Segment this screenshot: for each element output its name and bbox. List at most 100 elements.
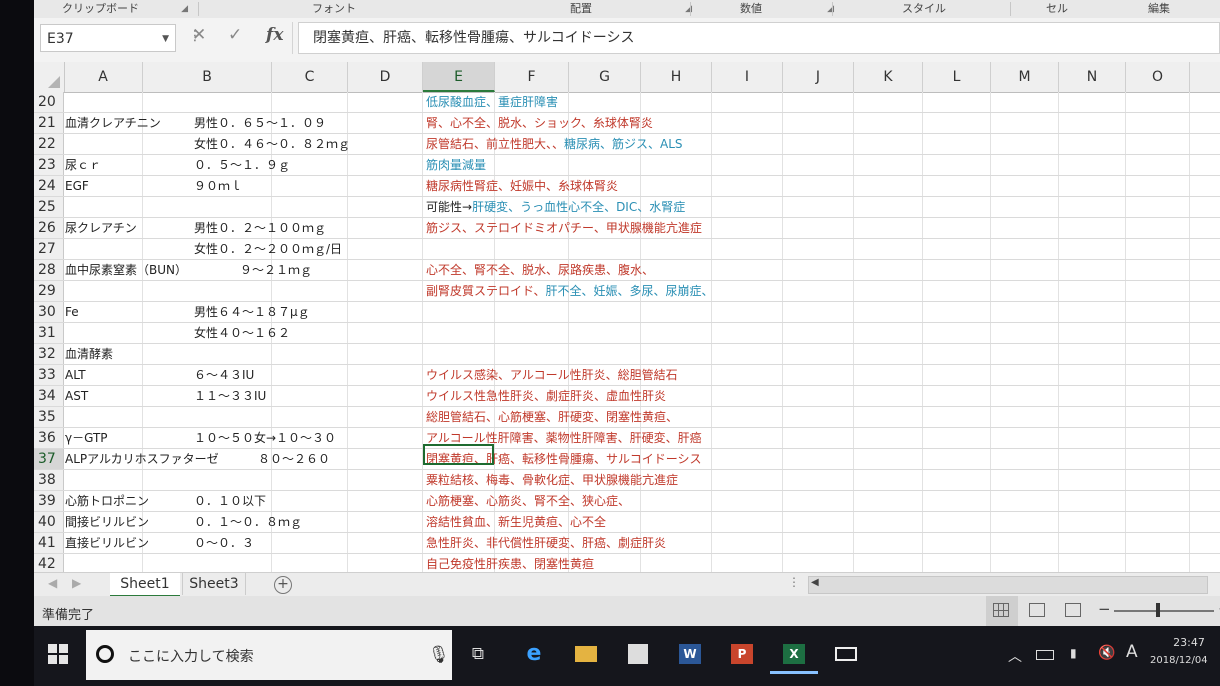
network-icon[interactable]: ▮	[1070, 646, 1077, 660]
battery-icon[interactable]	[1036, 650, 1054, 660]
task-view-icon[interactable]: ⧉	[454, 634, 502, 674]
row-header[interactable]: 24	[34, 176, 64, 196]
taskbar-search-box[interactable]: ここに入力して検索 🎙	[86, 630, 452, 680]
column-header-m[interactable]: M	[991, 62, 1059, 92]
cell-a[interactable]: ALPアルカリホスファターゼ	[65, 449, 219, 469]
row-header[interactable]: 42	[34, 554, 64, 572]
row-header[interactable]: 40	[34, 512, 64, 532]
column-header-j[interactable]: J	[783, 62, 854, 92]
cell-a[interactable]: 血清クレアチニン	[65, 113, 161, 133]
row-header[interactable]: 27	[34, 239, 64, 259]
page-break-view-button[interactable]	[1058, 596, 1090, 626]
row-header[interactable]: 35	[34, 407, 64, 427]
column-header-h[interactable]: H	[641, 62, 712, 92]
cell-b[interactable]: ０．１０以下	[194, 491, 266, 511]
cell-a[interactable]: 血清酵素	[65, 344, 113, 364]
zoom-slider[interactable]	[1114, 610, 1214, 612]
column-header-k[interactable]: K	[854, 62, 923, 92]
scroll-left-icon[interactable]: ◀	[811, 577, 819, 588]
cell-e[interactable]: 粟粒結核、梅毒、骨軟化症、甲状腺機能亢進症	[426, 470, 678, 490]
row-header[interactable]: 20	[34, 92, 64, 112]
clock-date[interactable]: 2018/12/04	[1150, 655, 1208, 666]
sheet-tab-sheet1[interactable]: Sheet1	[110, 573, 180, 597]
cell-a[interactable]: γ－GTP	[65, 428, 108, 448]
cell-b[interactable]: ６～４３IU	[194, 365, 254, 385]
horizontal-scrollbar[interactable]: ◀	[808, 576, 1208, 594]
zoom-out-icon[interactable]: −	[1098, 600, 1111, 618]
cell-e[interactable]: 尿管結石、前立性肥大、、糖尿病、筋ジス、ALS	[426, 134, 683, 154]
cell-b[interactable]: 男性６４～１８７μｇ	[194, 302, 310, 322]
column-header-b[interactable]: B	[143, 62, 272, 92]
sheet-tab-sheet3[interactable]: Sheet3	[182, 573, 246, 595]
page-layout-view-button[interactable]	[1022, 596, 1054, 626]
cell-b[interactable]: 女性４０～１６２	[194, 323, 290, 343]
clock-time[interactable]: 23:47	[1160, 636, 1218, 649]
cell-e[interactable]: 腎、心不全、脱水、ショック、糸球体腎炎	[426, 113, 653, 133]
cancel-icon[interactable]: ✕	[192, 25, 206, 45]
cell-b[interactable]: １１～３３IU	[194, 386, 266, 406]
cell-b[interactable]: 男性０．２～１００ｍｇ	[194, 218, 326, 238]
column-header-f[interactable]: F	[495, 62, 569, 92]
cell-a[interactable]: 心筋トロポニン	[65, 491, 149, 511]
row-header[interactable]: 34	[34, 386, 64, 406]
column-header-a[interactable]: A	[64, 62, 143, 92]
row-header[interactable]: 32	[34, 344, 64, 364]
cell-a[interactable]: AST	[65, 386, 88, 406]
cell-a[interactable]: 直接ビリルビン	[65, 533, 149, 553]
cell-b[interactable]: 女性０．２～２００ｍｇ/日	[194, 239, 342, 259]
cell-b[interactable]: ０．１～０．８ｍｇ	[194, 512, 302, 532]
file-explorer-icon[interactable]	[562, 634, 610, 674]
cell-e[interactable]: 心不全、腎不全、脱水、尿路疾患、腹水、	[426, 260, 654, 280]
row-header[interactable]: 30	[34, 302, 64, 322]
add-sheet-icon[interactable]: +	[274, 576, 292, 594]
ime-indicator[interactable]: A	[1126, 642, 1138, 662]
enter-check-icon[interactable]: ✓	[228, 25, 242, 45]
row-header[interactable]: 21	[34, 113, 64, 133]
row-header[interactable]: 31	[34, 323, 64, 343]
cell-b[interactable]: 女性０．４６～０．８２ｍｇ	[194, 134, 350, 154]
windows-start-icon[interactable]	[48, 644, 68, 664]
cell-e[interactable]: 溶結性貧血、新生児黄疸、心不全	[426, 512, 606, 532]
column-header-e[interactable]: E	[423, 62, 495, 92]
cell-b[interactable]: ９０ｍｌ	[194, 176, 242, 196]
column-header-l[interactable]: L	[923, 62, 991, 92]
row-header[interactable]: 22	[34, 134, 64, 154]
cell-b[interactable]: ９～２１ｍｇ	[240, 260, 312, 280]
cell-a[interactable]: 間接ビリルビン	[65, 512, 149, 532]
cell-e[interactable]: 心筋梗塞、心筋炎、腎不全、狭心症、	[426, 491, 630, 511]
cell-e[interactable]: ウイルス感染、アルコール性肝炎、総胆管結石	[426, 365, 678, 385]
cell-e[interactable]: 副腎皮質ステロイド、肝不全、妊娠、多尿、尿崩症、	[426, 281, 714, 301]
worksheet-grid[interactable]: ABCDEFGHIJKLMNO 20 低尿酸血症、重症肝障害 21 血清クレアチニン男…	[34, 62, 1220, 572]
microphone-icon[interactable]: 🎙	[428, 645, 450, 665]
edge-browser-icon[interactable]: e	[510, 634, 558, 674]
row-header[interactable]: 36	[34, 428, 64, 448]
column-header-g[interactable]: G	[569, 62, 641, 92]
insert-function-icon[interactable]: fx	[266, 25, 283, 45]
row-header[interactable]: 28	[34, 260, 64, 280]
volume-muted-icon[interactable]: 🔇	[1098, 645, 1115, 661]
mail-icon[interactable]	[822, 634, 870, 674]
row-header[interactable]: 29	[34, 281, 64, 301]
row-header[interactable]: 39	[34, 491, 64, 511]
zoom-slider-thumb[interactable]	[1156, 603, 1160, 617]
tray-chevron-up-icon[interactable]: ︿	[1008, 646, 1022, 666]
cell-e[interactable]: 筋ジス、ステロイドミオパチー、甲状腺機能亢進症	[426, 218, 702, 238]
row-header[interactable]: 38	[34, 470, 64, 490]
cell-e[interactable]: 可能性→肝硬変、うっ血性心不全、DIC、水腎症	[426, 197, 685, 217]
powerpoint-icon[interactable]: P	[718, 634, 766, 674]
cell-e[interactable]: 糖尿病性腎症、妊娠中、糸球体腎炎	[426, 176, 618, 196]
column-header-c[interactable]: C	[272, 62, 348, 92]
cell-e[interactable]: 自己免疫性肝疾患、閉塞性黄疸	[426, 554, 594, 572]
active-cell-border[interactable]	[423, 444, 494, 465]
column-header-d[interactable]: D	[348, 62, 423, 92]
cell-e[interactable]: 急性肝炎、非代償性肝硬変、肝癌、劇症肝炎	[426, 533, 666, 553]
column-header-n[interactable]: N	[1059, 62, 1126, 92]
more-vertical-icon[interactable]: ⋮	[788, 575, 800, 589]
cell-a[interactable]: EGF	[65, 176, 89, 196]
row-header[interactable]: 33	[34, 365, 64, 385]
chevron-down-icon[interactable]: ▼	[162, 25, 169, 53]
cell-e[interactable]: 低尿酸血症、重症肝障害	[426, 92, 558, 112]
cell-a[interactable]: Fe	[65, 302, 79, 322]
formula-input[interactable]: 閉塞黄疸、肝癌、転移性骨腫瘍、サルコイドーシス	[298, 22, 1220, 54]
name-box[interactable]: E37 ▼	[40, 24, 176, 52]
